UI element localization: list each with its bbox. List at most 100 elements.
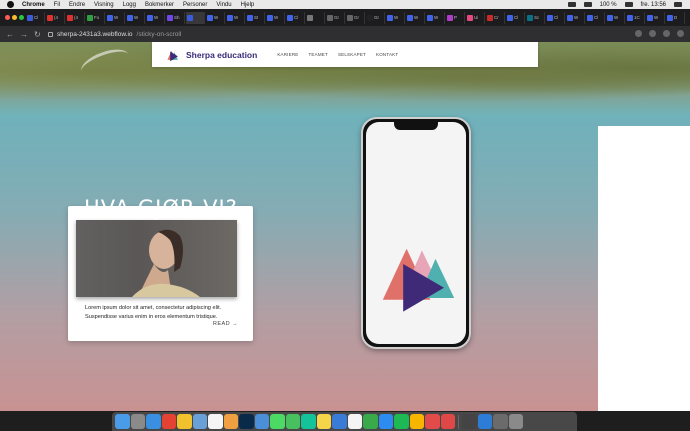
browser-tab[interactable]: W bbox=[566, 11, 585, 24]
trash-icon[interactable] bbox=[508, 414, 523, 429]
menu-kebab-icon[interactable] bbox=[677, 30, 684, 37]
browser-tab[interactable]: D bbox=[666, 11, 685, 24]
browser-tab[interactable]: Cl bbox=[26, 11, 45, 24]
battery-percent[interactable]: 100 % bbox=[600, 2, 617, 8]
spotify-icon[interactable] bbox=[394, 414, 409, 429]
itunes-icon[interactable] bbox=[347, 414, 362, 429]
chrome-icon[interactable] bbox=[177, 414, 192, 429]
apple-icon[interactable] bbox=[7, 1, 14, 8]
menu-endre[interactable]: Endre bbox=[69, 2, 85, 8]
brand-name[interactable]: Sherpa education bbox=[186, 50, 257, 60]
browser-tab[interactable]: P bbox=[446, 11, 465, 24]
menubar-clock[interactable]: fre. 13:56 bbox=[641, 2, 666, 8]
browser-tab[interactable]: W bbox=[266, 11, 285, 24]
grammarly-icon[interactable] bbox=[301, 414, 316, 429]
browser-tab[interactable]: (4 bbox=[66, 11, 85, 24]
browser-tab[interactable]: W bbox=[646, 11, 665, 24]
browser-tab[interactable]: W bbox=[106, 11, 125, 24]
browser-tab[interactable]: W bbox=[226, 11, 245, 24]
menu-personer[interactable]: Personer bbox=[183, 2, 207, 8]
browser-tab[interactable]: W bbox=[406, 11, 425, 24]
nav-link-kariere[interactable]: KARIERE bbox=[277, 52, 298, 57]
menu-hjelp[interactable]: Hjelp bbox=[241, 2, 255, 8]
tab-favicon-icon bbox=[227, 14, 233, 21]
browser-tab[interactable]: 1C bbox=[626, 11, 645, 24]
browser-tab[interactable]: Sc bbox=[526, 11, 545, 24]
pdf-icon[interactable] bbox=[425, 414, 440, 429]
facetime-icon[interactable] bbox=[285, 414, 300, 429]
browser-tab[interactable]: W bbox=[426, 11, 445, 24]
browser-tab[interactable]: Ui bbox=[466, 11, 485, 24]
sketch-icon[interactable] bbox=[409, 414, 424, 429]
browser-tab[interactable]: Cl bbox=[506, 11, 525, 24]
volume-icon[interactable] bbox=[583, 2, 592, 7]
todoist-icon[interactable] bbox=[161, 414, 176, 429]
numbers-icon[interactable] bbox=[363, 414, 378, 429]
nav-link-selskapet[interactable]: SELSKAPET bbox=[338, 52, 366, 57]
browser-tab[interactable]: W bbox=[146, 11, 165, 24]
browser-tab[interactable] bbox=[306, 11, 325, 24]
browser-tab[interactable]: W bbox=[206, 11, 225, 24]
tab-title: W bbox=[154, 15, 159, 20]
browser-tab[interactable]: Gr bbox=[346, 11, 365, 24]
forward-icon[interactable]: → bbox=[20, 30, 28, 39]
photos-icon[interactable] bbox=[223, 414, 238, 429]
browser-tab[interactable]: Cl bbox=[546, 11, 565, 24]
launchpad-icon[interactable] bbox=[130, 414, 145, 429]
menu-visning[interactable]: Visning bbox=[94, 2, 114, 8]
browser-tab[interactable]: Cl bbox=[586, 11, 605, 24]
preview-icon[interactable] bbox=[192, 414, 207, 429]
menu-app-name[interactable]: Chrome bbox=[22, 2, 45, 8]
browser-tab[interactable]: (4 bbox=[46, 11, 65, 24]
menu-vindu[interactable]: Vindu bbox=[216, 2, 231, 8]
photoshop-icon[interactable] bbox=[239, 414, 254, 429]
profile-icon[interactable] bbox=[663, 30, 670, 37]
sherpa-logo-icon[interactable] bbox=[166, 48, 180, 62]
browser-tab[interactable]: Fo bbox=[86, 11, 105, 24]
nav-link-kontakt[interactable]: KONTAKT bbox=[376, 52, 398, 57]
browser-tab[interactable]: Gr bbox=[326, 11, 345, 24]
browser-tab[interactable]: Cl bbox=[286, 11, 305, 24]
read-more-link[interactable]: READ → bbox=[213, 321, 238, 327]
nav-link-teamet[interactable]: TEAMET bbox=[308, 52, 327, 57]
battery-icon[interactable] bbox=[624, 2, 633, 7]
tab-title: Sh bbox=[174, 15, 180, 20]
notes-icon[interactable] bbox=[316, 414, 331, 429]
search-icon[interactable] bbox=[674, 2, 682, 7]
vscode-icon[interactable] bbox=[477, 414, 492, 429]
menu-logg[interactable]: Logg bbox=[123, 2, 136, 8]
instruments-icon[interactable] bbox=[462, 414, 477, 429]
sherpa-icon[interactable] bbox=[440, 414, 455, 429]
browser-tab[interactable]: W bbox=[606, 11, 625, 24]
content-card[interactable]: Lorem ipsum dolor sit amet, consectetur … bbox=[68, 206, 253, 341]
minimize-window-button[interactable] bbox=[12, 15, 17, 20]
extension-icon[interactable] bbox=[649, 30, 656, 37]
calendar-icon[interactable] bbox=[208, 414, 223, 429]
zoom-window-button[interactable] bbox=[19, 15, 24, 20]
browser-tab[interactable]: W bbox=[386, 11, 405, 24]
browser-tab[interactable]: Sh bbox=[166, 11, 185, 24]
messages-icon[interactable] bbox=[270, 414, 285, 429]
app-store-icon[interactable] bbox=[378, 414, 393, 429]
finder-icon[interactable] bbox=[115, 414, 130, 429]
browser-tab[interactable]: St bbox=[246, 11, 265, 24]
browser-tab[interactable]: Gr bbox=[366, 11, 385, 24]
keynote-icon[interactable] bbox=[332, 414, 347, 429]
url-bar[interactable]: sherpa-2431a3.webflow.io/sticky-on-scrol… bbox=[48, 29, 630, 40]
wifi-icon[interactable] bbox=[567, 2, 576, 7]
browser-tab[interactable] bbox=[186, 11, 205, 24]
bookmark-star-icon[interactable] bbox=[635, 30, 642, 37]
menu-bokmerker[interactable]: Bokmerker bbox=[145, 2, 174, 8]
reload-icon[interactable]: ↻ bbox=[34, 30, 41, 39]
lock-icon[interactable] bbox=[48, 31, 53, 37]
close-window-button[interactable] bbox=[5, 15, 10, 20]
back-icon[interactable]: ← bbox=[6, 30, 14, 39]
browser-tab[interactable]: Cr bbox=[486, 11, 505, 24]
menu-fil[interactable]: Fil bbox=[54, 2, 60, 8]
mac-dock bbox=[112, 412, 577, 431]
browser-tab[interactable]: W bbox=[126, 11, 145, 24]
webpage-viewport[interactable]: Sherpa education KARIERE TEAMET SELSKAPE… bbox=[0, 42, 690, 411]
folder-icon[interactable] bbox=[254, 414, 269, 429]
downloads-icon[interactable] bbox=[493, 414, 508, 429]
safari-icon[interactable] bbox=[146, 414, 161, 429]
